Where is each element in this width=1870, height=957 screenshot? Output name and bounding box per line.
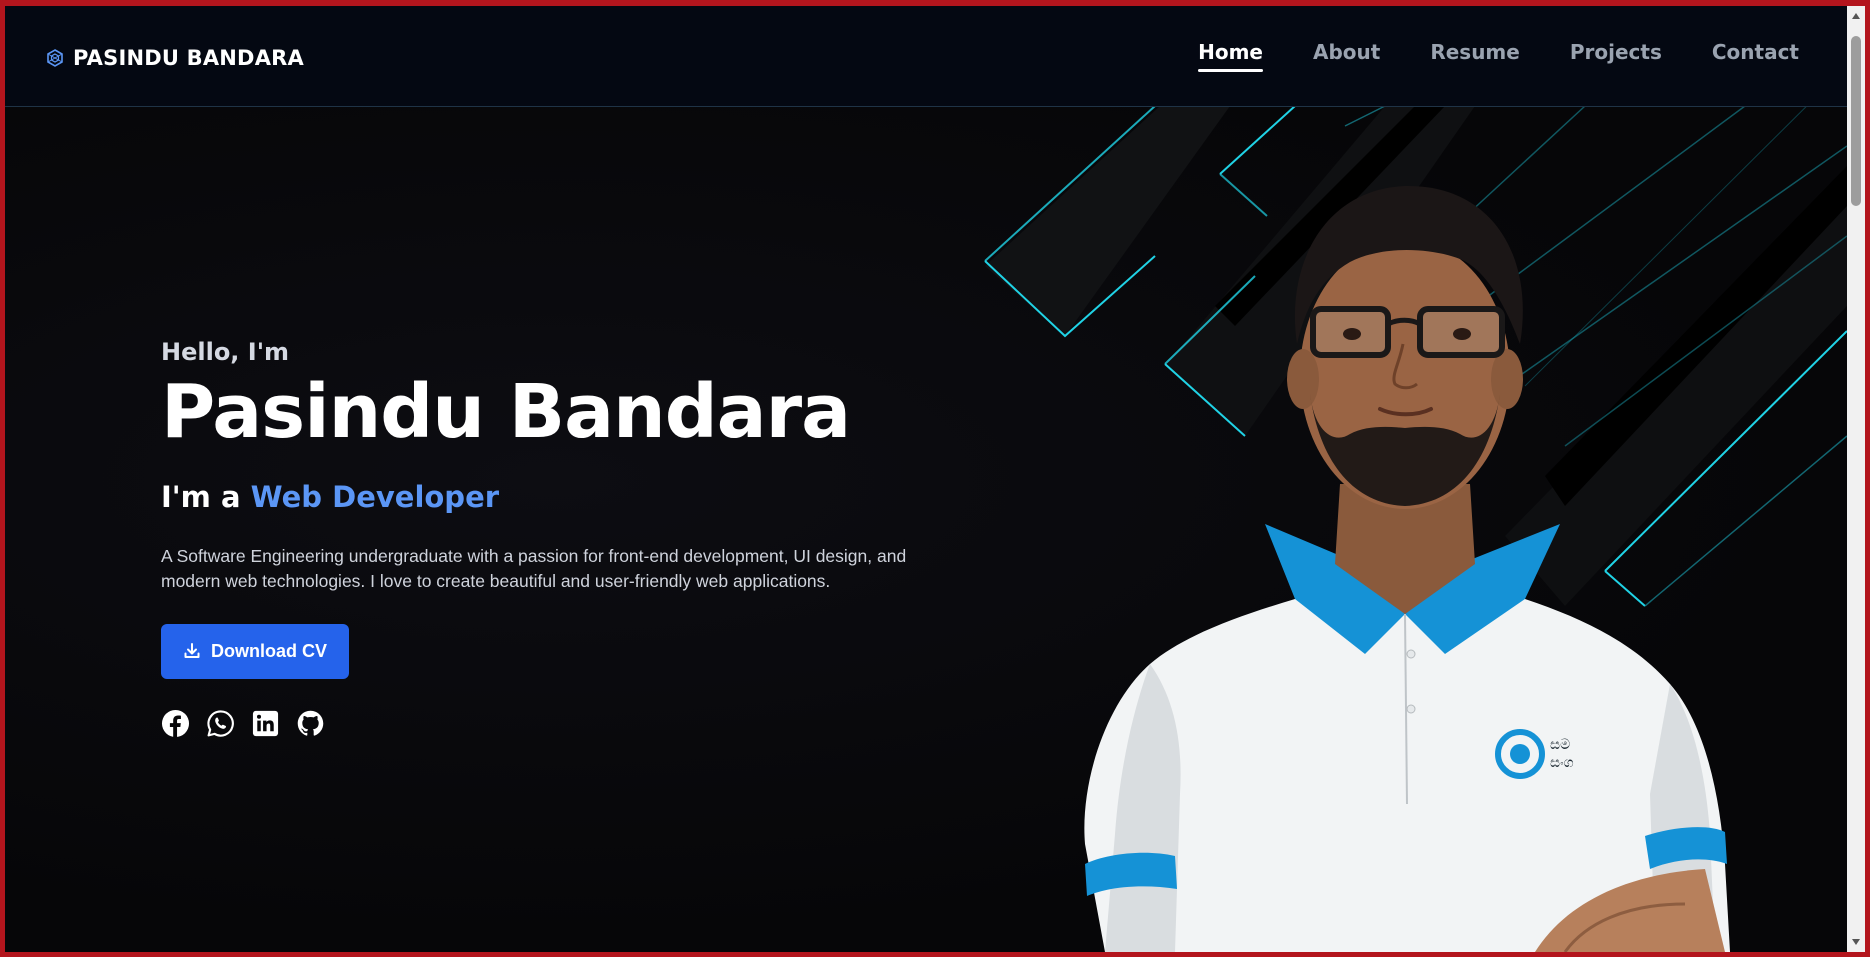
nav-home[interactable]: Home xyxy=(1198,40,1263,72)
scroll-up-arrow-icon[interactable] xyxy=(1851,12,1861,20)
download-icon xyxy=(184,643,200,659)
role-title: Web Developer xyxy=(250,479,500,514)
brand-name: PASINDU BANDARA xyxy=(73,46,304,70)
browser-window: PASINDU BANDARA Home About Resume Projec… xyxy=(5,6,1865,952)
hexagon-logo-icon xyxy=(47,49,63,67)
top-navbar: PASINDU BANDARA Home About Resume Projec… xyxy=(5,6,1847,107)
role-prefix: I'm a xyxy=(161,479,251,514)
hero-role-line: I'm a Web Developer xyxy=(161,480,941,514)
scroll-down-arrow-icon[interactable] xyxy=(1851,938,1861,946)
download-cv-button[interactable]: Download CV xyxy=(161,623,349,679)
facebook-icon[interactable] xyxy=(161,709,190,738)
vertical-scrollbar[interactable] xyxy=(1847,6,1865,952)
svg-text:සංග: සංග xyxy=(1550,755,1574,771)
nav-about[interactable]: About xyxy=(1313,40,1380,72)
profile-portrait: සම සංග xyxy=(1084,185,1730,952)
page-viewport: PASINDU BANDARA Home About Resume Projec… xyxy=(5,6,1847,952)
download-cv-label: Download CV xyxy=(211,640,327,661)
hero-greeting: Hello, I'm xyxy=(161,338,290,366)
nav-contact[interactable]: Contact xyxy=(1712,40,1799,72)
svg-text:සම: සම xyxy=(1550,737,1570,753)
github-icon[interactable] xyxy=(296,709,325,738)
nav-resume[interactable]: Resume xyxy=(1430,40,1520,72)
scrollbar-thumb[interactable] xyxy=(1851,36,1861,206)
whatsapp-icon[interactable] xyxy=(206,709,235,738)
hero-section: Hello, I'm Pasindu Bandara I'm a Web Dev… xyxy=(161,338,941,738)
hero-description: A Software Engineering undergraduate wit… xyxy=(161,545,907,591)
brand[interactable]: PASINDU BANDARA xyxy=(45,46,304,70)
main-nav: Home About Resume Projects Contact xyxy=(1198,40,1799,72)
nav-projects[interactable]: Projects xyxy=(1570,40,1662,72)
linkedin-icon[interactable] xyxy=(251,709,280,738)
social-links xyxy=(161,709,941,738)
hero-name: Pasindu Bandara xyxy=(161,369,851,455)
